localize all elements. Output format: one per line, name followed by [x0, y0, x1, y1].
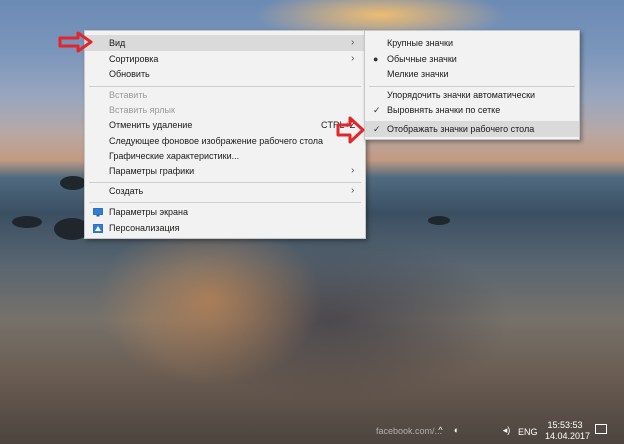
checkmark-icon: ✓ — [373, 124, 381, 134]
chevron-up-icon[interactable]: ^ — [436, 426, 445, 435]
menu-item-paste: Вставить — [109, 90, 148, 100]
submenu-item-large-icons[interactable]: Крупные значки — [365, 35, 579, 51]
menu-item-undo-delete[interactable]: Отменить удаление CTRL+Z — [85, 117, 365, 133]
menu-item-next-background[interactable]: Следующее фоновое изображение рабочего с… — [85, 133, 365, 149]
rock — [428, 216, 450, 225]
system-tray: ^ ◐ ◂) ENG 15:53:53 14.04.2017 — [430, 412, 624, 444]
menu-item-display-settings[interactable]: Параметры экрана — [85, 204, 365, 220]
view-submenu: Крупные значки ● Обычные значки Мелкие з… — [364, 30, 580, 140]
chevron-right-icon: › — [351, 53, 355, 64]
network-icon[interactable]: ◐ — [452, 426, 461, 435]
desktop-context-menu: Вид › Сортировка › Обновить Вставить Вст… — [84, 30, 366, 239]
submenu-item-medium-icons[interactable]: ● Обычные значки — [365, 51, 579, 67]
menu-item-paste-shortcut: Вставить ярлык — [109, 105, 175, 115]
clock-date: 14.04.2017 — [545, 431, 591, 441]
menu-item-graphics-properties[interactable]: Графические характеристики... — [85, 148, 365, 164]
bullet-icon: ● — [373, 54, 379, 64]
notification-icon[interactable] — [595, 424, 607, 434]
chevron-right-icon: › — [351, 165, 355, 176]
submenu-item-show-desktop-icons[interactable]: ✓ Отображать значки рабочего стола — [365, 121, 579, 137]
clock-time: 15:53:53 — [547, 420, 583, 430]
red-arrow-annotation-icon — [58, 31, 93, 53]
chevron-right-icon: › — [351, 185, 355, 196]
submenu-item-align-to-grid[interactable]: ✓ Выровнять значки по сетке — [365, 102, 579, 118]
personalization-icon — [93, 224, 103, 233]
menu-item-refresh[interactable]: Обновить — [85, 66, 365, 82]
display-settings-icon — [93, 208, 103, 217]
menu-item-sort[interactable]: Сортировка › — [85, 51, 365, 67]
rock — [12, 216, 42, 228]
red-arrow-annotation-icon — [336, 116, 365, 144]
menu-separator — [89, 202, 361, 203]
checkmark-icon: ✓ — [373, 105, 381, 115]
language-indicator[interactable]: ENG — [518, 427, 538, 437]
menu-item-view[interactable]: Вид › — [85, 35, 365, 51]
clock[interactable]: 15:53:53 14.04.2017 — [545, 420, 591, 442]
menu-item-personalization[interactable]: Персонализация — [85, 220, 365, 236]
volume-icon[interactable]: ◂) — [502, 426, 511, 435]
menu-item-new[interactable]: Создать › — [85, 183, 365, 199]
rock — [60, 176, 86, 190]
submenu-item-auto-arrange[interactable]: Упорядочить значки автоматически — [365, 87, 579, 103]
chevron-right-icon: › — [351, 37, 355, 48]
submenu-item-small-icons[interactable]: Мелкие значки — [365, 66, 579, 82]
menu-item-graphics-options[interactable]: Параметры графики › — [85, 163, 365, 179]
